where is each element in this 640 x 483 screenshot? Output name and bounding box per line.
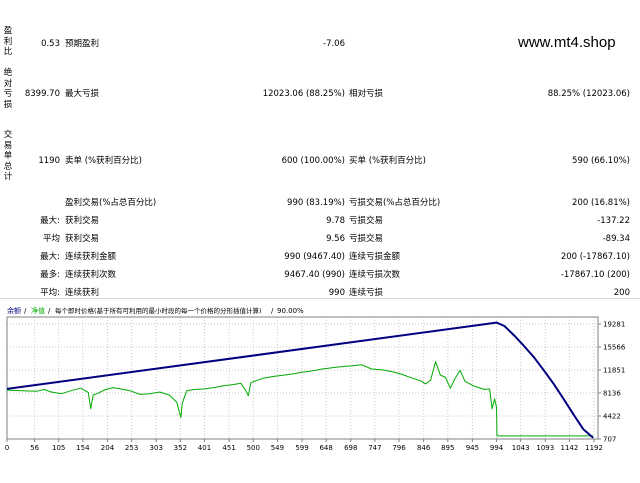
long-positions-value: 590 (66.10%): [572, 156, 630, 166]
max-consecutive-loss-count-value: -17867.10 (200): [560, 270, 630, 280]
x-tick-label: 352: [174, 444, 187, 452]
largest-profit-trade-value: 9.78: [326, 216, 345, 226]
equity-chart-svg: 余额 / 净值 / 每个即时价格(基于所有可利用的最小时段的每一个价格的分形插值…: [0, 300, 640, 480]
average-prefix: 平均: [42, 234, 60, 244]
x-tick-label: 1043: [512, 444, 530, 452]
x-tick-label: 105: [52, 444, 65, 452]
x-tick-label: 56: [30, 444, 39, 452]
x-tick-label: 0: [5, 444, 9, 452]
loss-trades-label: 亏损交易(%占总百分比): [349, 198, 441, 208]
max-consecutive-profit-count-value: 9467.40 (990): [284, 270, 345, 280]
average-profit-trade-label: 获利交易: [65, 234, 100, 244]
maximal-drawdown-value: 12023.06 (88.25%): [262, 89, 345, 99]
max-consecutive-profit-count-label: 连续获利次数: [65, 270, 117, 280]
y-tick-label: 4422: [603, 412, 621, 420]
x-tick-label: 1192: [585, 444, 603, 452]
long-positions-label: 买单 (%获利百分比): [349, 156, 426, 166]
y-tick-label: 707: [603, 436, 616, 444]
x-tick-label: 1142: [561, 444, 579, 452]
profit-trades-value: 990 (83.19%): [287, 198, 345, 208]
largest-prefix: 最大:: [40, 216, 60, 226]
max-consecutive-losses-money-label: 连续亏损金额: [349, 252, 401, 262]
average-consecutive-wins-label: 连续获利: [65, 288, 100, 298]
modelling-quality: 90.00%: [277, 307, 304, 315]
x-tick-label: 154: [76, 444, 90, 452]
average-loss-trade-label: 亏损交易: [349, 234, 384, 244]
x-tick-label: 698: [344, 444, 357, 452]
x-tick-label: 895: [441, 444, 454, 452]
maximal-prefix: 最多:: [40, 270, 60, 280]
average-loss-trade-value: -89.34: [602, 234, 630, 244]
expected-payoff-label: 预期盈利: [65, 39, 100, 49]
x-tick-label: 204: [101, 444, 115, 452]
average-consecutive-prefix: 平均:: [40, 288, 60, 298]
profit-trades-label: 盈利交易(%占总百分比): [65, 198, 157, 208]
x-tick-label: 401: [198, 444, 211, 452]
equity-chart: 余额 / 净值 / 每个即时价格(基于所有可利用的最小时段的每一个价格的分形插值…: [0, 300, 640, 480]
x-tick-label: 253: [125, 444, 138, 452]
y-tick-label: 11851: [603, 366, 625, 374]
largest-loss-trade-label: 亏损交易: [349, 216, 384, 226]
x-tick-label: 451: [222, 444, 235, 452]
x-tick-label: 599: [295, 444, 308, 452]
maximum-prefix: 最大:: [40, 252, 60, 262]
expected-payoff-value: -7.06: [323, 39, 345, 49]
max-consecutive-wins-money-label: 连续获利金额: [65, 252, 117, 262]
x-tick-label: 945: [466, 444, 479, 452]
x-tick-label: 1093: [536, 444, 554, 452]
x-tick-label: 648: [319, 444, 332, 452]
x-tick-label: 994: [490, 444, 504, 452]
largest-loss-trade-value: -137.22: [597, 216, 630, 226]
legend-equity: 净值: [31, 306, 45, 315]
x-tick-label: 796: [392, 444, 406, 452]
y-tick-label: 19281: [603, 320, 625, 328]
profit-ratio-value: 0.53: [41, 39, 60, 49]
loss-trades-value: 200 (16.81%): [572, 198, 630, 208]
short-positions-label: 卖单 (%获利百分比): [65, 156, 142, 166]
y-tick-label: 15566: [603, 343, 626, 351]
average-consecutive-losses-value: 200: [613, 288, 630, 298]
x-tick-label: 303: [150, 444, 163, 452]
absolute-drawdown-value: 8399.70: [24, 89, 60, 99]
watermark: www.mt4.shop: [518, 34, 616, 51]
total-trades-value: 1190: [38, 156, 60, 166]
x-tick-label: 549: [271, 444, 284, 452]
largest-profit-trade-label: 获利交易: [65, 216, 100, 226]
average-profit-trade-value: 9.56: [326, 234, 345, 244]
average-consecutive-losses-label: 连续亏损: [349, 288, 384, 298]
relative-drawdown-value: 88.25% (12023.06): [547, 89, 630, 99]
x-tick-label: 846: [417, 444, 431, 452]
maximal-drawdown-label: 最大亏损: [65, 89, 100, 99]
max-consecutive-losses-money-value: 200 (-17867.10): [560, 252, 630, 262]
x-tick-label: 747: [368, 444, 381, 452]
divider: [0, 298, 640, 299]
legend-description: 每个即时价格(基于所有可利用的最小时段的每一个价格的分形插值计算): [55, 306, 262, 315]
x-tick-label: 500: [247, 444, 260, 452]
average-consecutive-wins-value: 990: [328, 288, 345, 298]
relative-drawdown-label: 相对亏损: [349, 89, 384, 99]
legend-balance: 余额: [7, 306, 21, 315]
short-positions-value: 600 (100.00%): [281, 156, 345, 166]
max-consecutive-wins-money-value: 990 (9467.40): [284, 252, 345, 262]
y-tick-label: 8136: [603, 389, 621, 397]
max-consecutive-loss-count-label: 连续亏损次数: [349, 270, 401, 280]
